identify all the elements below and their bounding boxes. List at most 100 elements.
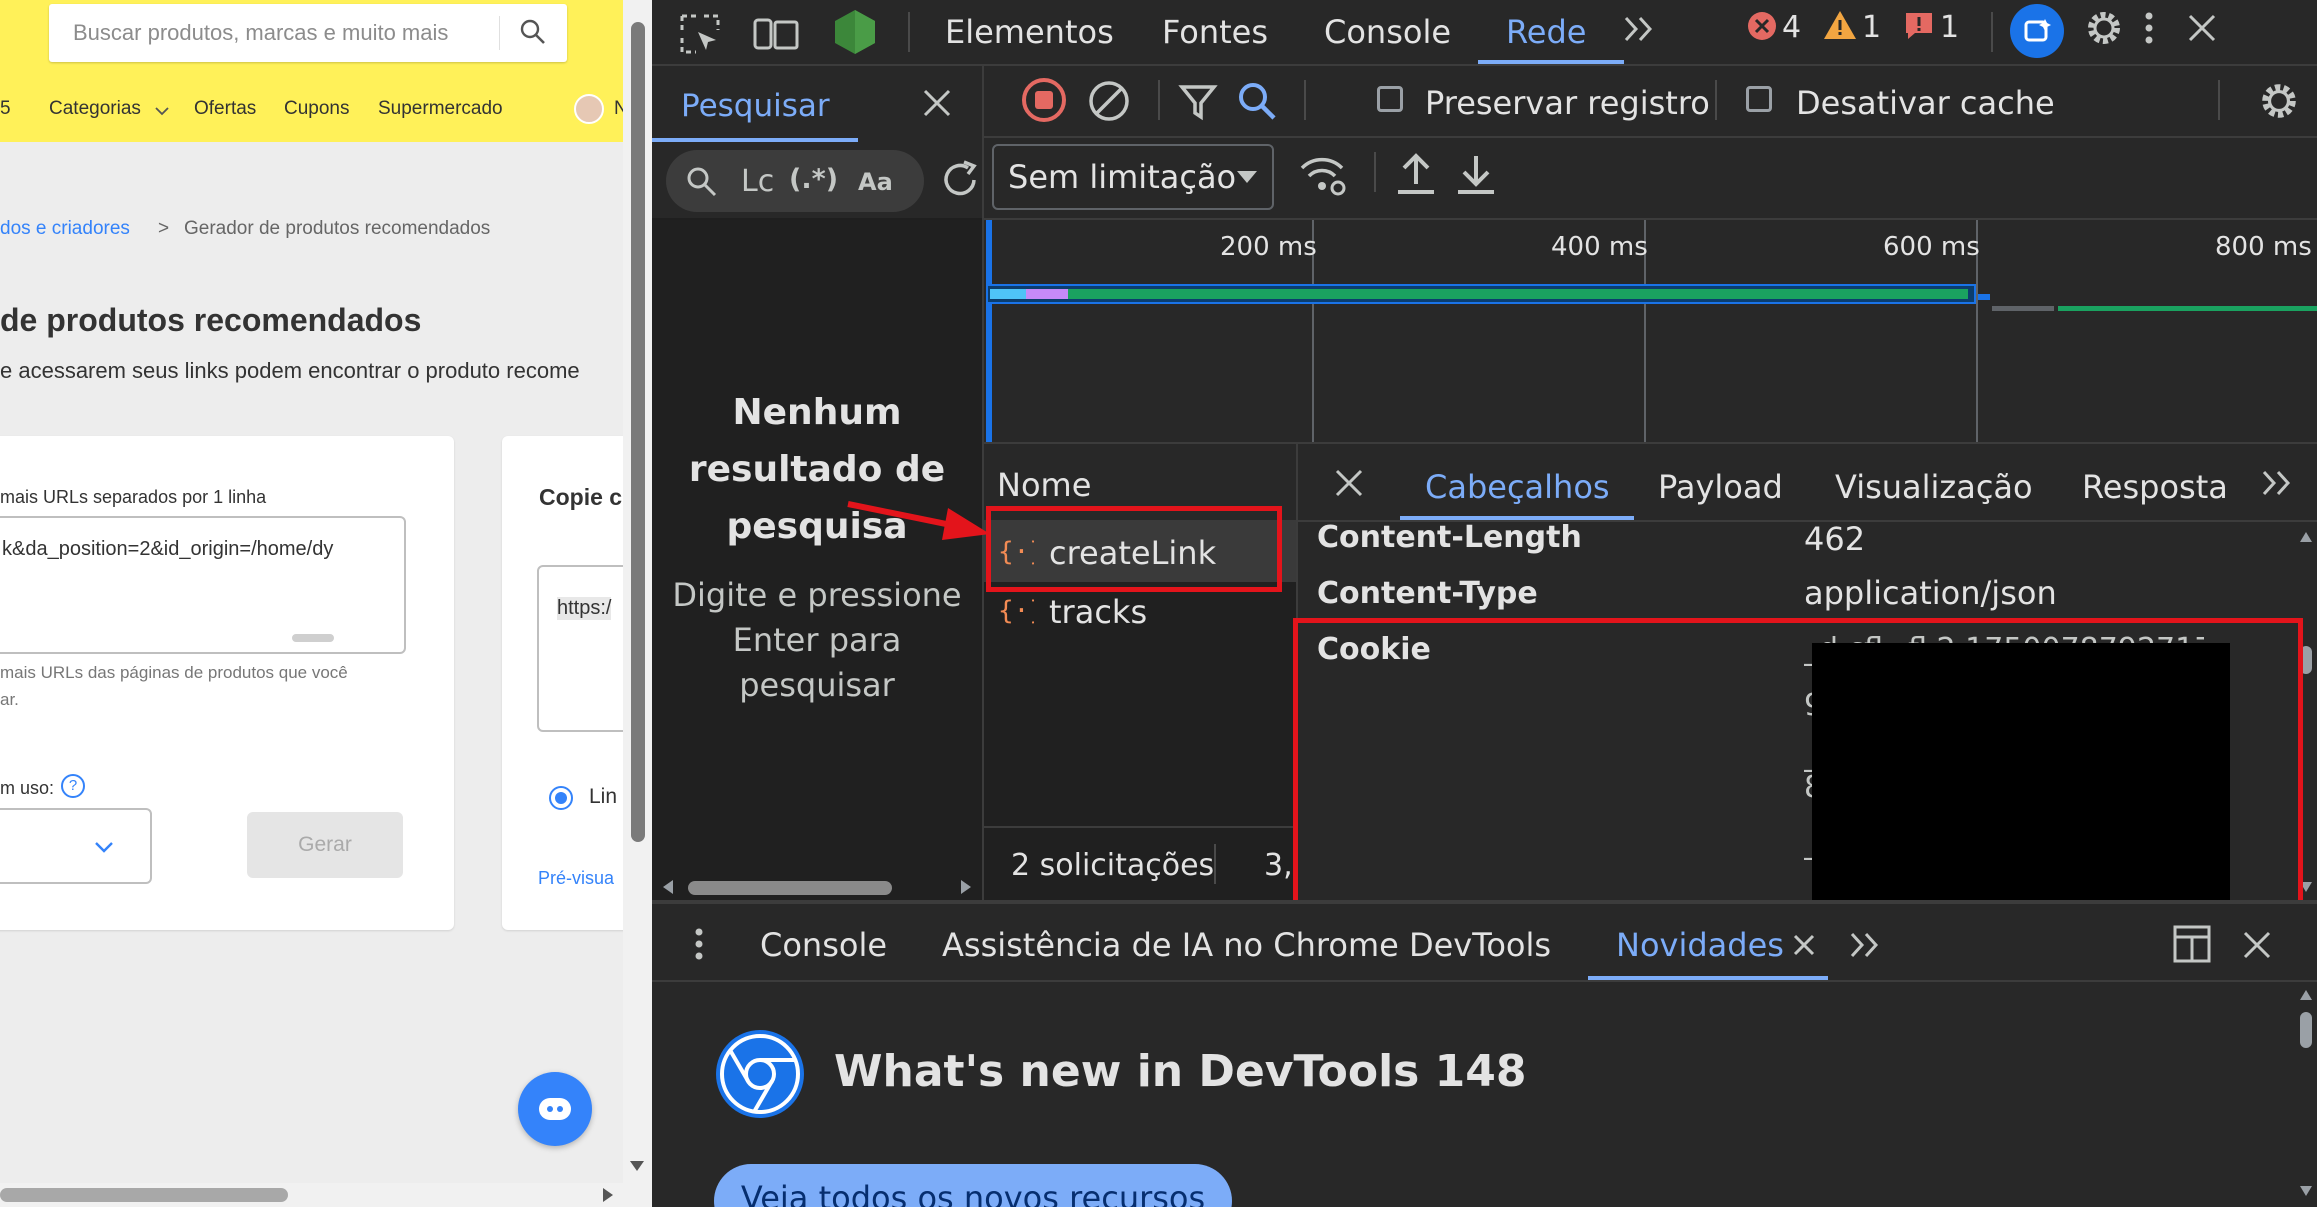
tab-visualizacao[interactable]: Visualização (1835, 468, 2033, 506)
header-value-content-type[interactable]: application/json (1804, 574, 2057, 612)
warning-count[interactable]: 1 (1862, 10, 1881, 45)
disable-cache-checkbox[interactable] (1746, 86, 1772, 112)
network-settings-gear-icon[interactable] (2258, 80, 2300, 122)
site-search-input[interactable]: Buscar produtos, marcas e muito mais (49, 4, 567, 62)
nav-supermercado[interactable]: Supermercado (378, 98, 503, 120)
more-options-icon[interactable] (2142, 8, 2156, 48)
breadcrumb-current: Gerador de produtos recomendados (184, 218, 491, 239)
urls-textarea[interactable]: k&da_position=2&id_origin=/home/dy (0, 516, 406, 654)
nav-user-partial[interactable]: N (614, 98, 623, 120)
breadcrumb-parent[interactable]: dos e criadores (0, 218, 130, 240)
device-toolbar-icon[interactable] (752, 12, 800, 56)
tab-elementos[interactable]: Elementos (945, 13, 1114, 51)
close-drawer-icon[interactable] (2242, 930, 2272, 960)
clear-log-icon[interactable] (1086, 78, 1132, 124)
nav-ofertas[interactable]: Ofertas (194, 98, 256, 120)
toolbar-divider (1304, 80, 1306, 120)
network-conditions-icon[interactable] (1298, 150, 1348, 200)
warning-icon[interactable] (1822, 8, 1858, 42)
header-value-content-length[interactable]: 462 (1804, 520, 1865, 558)
case-sensitivity-button[interactable]: Lc (741, 164, 774, 199)
error-count[interactable]: 4 (1782, 10, 1801, 45)
status-bar-border (984, 826, 1296, 828)
issue-count[interactable]: 1 (1940, 10, 1959, 45)
page-subtitle: e acessarem seus links podem encontrar o… (0, 358, 580, 383)
help-icon[interactable]: ? (61, 774, 85, 798)
refresh-search-icon[interactable] (938, 158, 982, 202)
tab-console[interactable]: Console (1324, 13, 1451, 51)
page-h-scrollbar-thumb[interactable] (0, 1188, 288, 1202)
use-select[interactable] (0, 808, 152, 884)
search-query-input[interactable]: Lc (.*) Aa (666, 150, 924, 212)
search-panel-title[interactable]: Pesquisar (681, 88, 830, 124)
annotation-arrow (847, 501, 990, 540)
header-name-content-type: Content-Type (1317, 576, 1538, 611)
nav-cupons[interactable]: Cupons (284, 98, 350, 120)
more-tabs-chevron-icon[interactable] (1622, 14, 1658, 44)
tab-rede[interactable]: Rede (1506, 13, 1586, 51)
see-all-features-button[interactable]: Veja todos os novos recursos (714, 1164, 1232, 1207)
close-tab-icon[interactable] (1792, 933, 1816, 957)
copy-url-field[interactable]: https:/ (537, 565, 623, 732)
scroll-right-arrow-icon[interactable] (600, 1186, 616, 1204)
scroll-down-arrow-icon[interactable] (628, 1158, 646, 1174)
scroll-left-arrow-icon[interactable] (660, 878, 676, 896)
tab-fontes[interactable]: Fontes (1162, 13, 1268, 51)
tab-payload[interactable]: Payload (1658, 468, 1783, 506)
more-detail-tabs-chevron-icon[interactable] (2260, 468, 2296, 498)
copy-card-title: Copie c (539, 484, 623, 510)
waterfall-bar-queued (1992, 306, 2054, 311)
drawer-tab-console[interactable]: Console (760, 926, 887, 964)
chat-assistant-button[interactable] (518, 1072, 592, 1146)
scroll-down-arrow-icon[interactable] (2298, 1184, 2314, 1198)
tab-resposta[interactable]: Resposta (2082, 468, 2228, 506)
nav-categorias[interactable]: Categorias (49, 98, 141, 120)
generate-button[interactable]: Gerar (247, 812, 403, 878)
page-v-scrollbar-thumb[interactable] (631, 22, 645, 842)
filter-icon[interactable] (1178, 82, 1218, 122)
ai-assistance-button[interactable] (2010, 4, 2064, 58)
close-detail-icon[interactable] (1334, 468, 1364, 498)
inspect-element-icon[interactable] (678, 12, 722, 56)
search-network-icon[interactable] (1236, 80, 1278, 122)
error-icon[interactable] (1746, 10, 1778, 42)
record-stop-button[interactable] (1022, 78, 1066, 122)
close-search-icon[interactable] (922, 88, 952, 118)
more-drawer-tabs-chevron-icon[interactable] (1848, 930, 1884, 960)
drawer-v-scrollbar-thumb[interactable] (2300, 1012, 2312, 1048)
dock-drawer-icon[interactable] (2172, 924, 2212, 964)
timeline-left-handle[interactable] (986, 220, 992, 444)
drawer-menu-icon[interactable] (692, 924, 706, 964)
timeline-overview[interactable] (984, 220, 2317, 444)
request-name-tracks[interactable]: tracks (1049, 593, 1147, 631)
link-radio[interactable] (549, 786, 573, 810)
drawer-tab-ai-assistance[interactable]: Assistência de IA no Chrome DevTools (942, 926, 1551, 964)
scroll-up-arrow-icon[interactable] (2298, 530, 2314, 544)
import-har-icon[interactable] (1394, 150, 1438, 196)
column-nome[interactable]: Nome (997, 466, 1091, 504)
export-har-icon[interactable] (1454, 150, 1498, 196)
preview-link[interactable]: Pré-visua (538, 868, 614, 889)
copy-url-value: https:/ (557, 597, 612, 620)
textarea-scrollbar[interactable] (292, 634, 334, 642)
close-devtools-icon[interactable] (2186, 12, 2218, 44)
issue-icon[interactable] (1903, 10, 1935, 42)
radio-dot (555, 792, 567, 804)
throttling-select[interactable]: Sem limitação (992, 144, 1274, 210)
drawer-tab-novidades[interactable]: Novidades (1616, 926, 1784, 964)
match-case-button[interactable]: Aa (858, 168, 893, 196)
nav-partial[interactable]: 5 (0, 98, 11, 120)
sidebar-h-scrollbar-thumb[interactable] (688, 881, 892, 895)
search-hint-line1: Digite e pressione (672, 576, 962, 614)
scroll-right-arrow-icon[interactable] (958, 878, 974, 896)
preserve-log-checkbox[interactable] (1377, 86, 1403, 112)
regex-button[interactable]: (.*) (789, 164, 838, 195)
avatar[interactable] (574, 94, 604, 124)
search-icon[interactable] (519, 18, 547, 46)
scroll-up-arrow-icon[interactable] (2298, 988, 2314, 1002)
settings-gear-icon[interactable] (2084, 8, 2124, 48)
tab-cabecalhos[interactable]: Cabeçalhos (1425, 468, 1610, 506)
toolbar-divider (1715, 80, 1717, 120)
search-hint-line3: pesquisar (739, 666, 895, 704)
node-js-icon[interactable] (832, 8, 878, 56)
